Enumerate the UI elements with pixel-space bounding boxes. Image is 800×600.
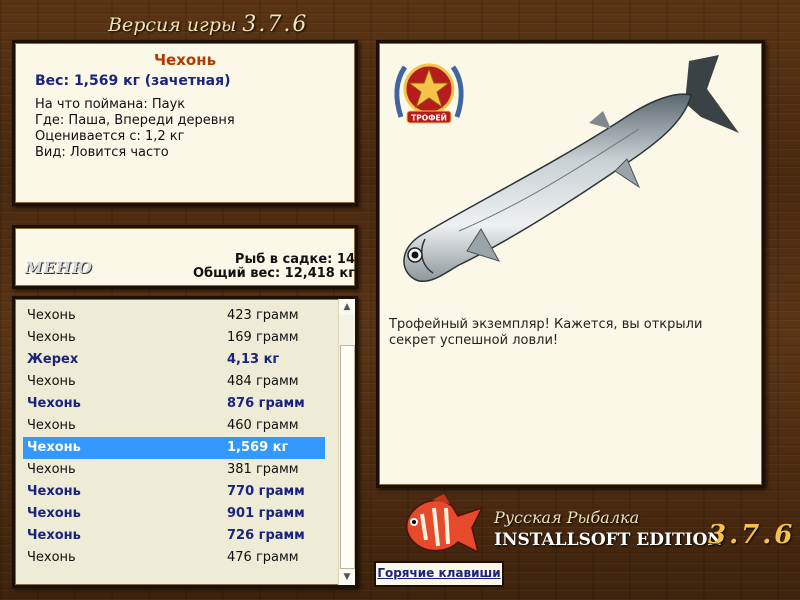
list-item-weight: 381 грамм [227, 462, 299, 477]
brand-edition: INSTALLSOFT EDITION [494, 530, 723, 550]
game-version-title: Версия игры 3.7.6 [108, 12, 308, 37]
bait-line: На что поймана: Паук [35, 97, 186, 112]
scrollbar[interactable]: ▲ ▼ [338, 299, 355, 585]
list-item-name: Чехонь [27, 550, 76, 565]
trophy-description: Трофейный экземпляр! Кажется, вы открыли… [389, 317, 703, 348]
list-item-weight: 169 грамм [227, 330, 299, 345]
total-weight: Общий вес: 12,418 кг [192, 266, 355, 281]
list-item[interactable]: Чехонь 901 грамм [23, 503, 325, 525]
brand-logo: Русская Рыбалка INSTALLSOFT EDITION 3.7.… [392, 492, 792, 562]
list-item-name: Чехонь [27, 506, 81, 521]
menu-button[interactable]: МЕНЮ [25, 258, 92, 278]
fish-weight: Вес: 1,569 кг (зачетная) [35, 73, 231, 89]
list-item[interactable]: Чехонь 423 грамм [23, 305, 325, 327]
fish-view-panel: ТРОФЕЙ Трофейный экземпляр! Кажется, вы … [376, 40, 765, 488]
list-item-name: Чехонь [27, 528, 81, 543]
list-item[interactable]: Жерех 4,13 кг [23, 349, 325, 371]
keepnet-summary-panel: МЕНЮ Рыб в садке: 14 Общий вес: 12,418 к… [12, 225, 358, 289]
list-item-weight: 460 грамм [227, 418, 299, 433]
catch-list: Чехонь 423 грамм Чехонь 169 грамм Жерех 4,13 … [12, 296, 358, 588]
list-item-name: Чехонь [27, 374, 76, 389]
list-item[interactable]: Чехонь 876 грамм [23, 393, 325, 415]
place-line: Где: Паша, Впереди деревня [35, 113, 235, 128]
version-number: 3.7.6 [242, 12, 309, 37]
list-item-name: Чехонь [27, 440, 81, 455]
list-item-name: Жерех [27, 352, 79, 367]
list-item-name: Чехонь [27, 484, 81, 499]
fish-count: Рыб в садке: 14 [234, 252, 355, 267]
list-item-weight: 4,13 кг [227, 352, 280, 367]
list-item-weight: 770 грамм [227, 484, 305, 499]
list-item-name: Чехонь [27, 396, 81, 411]
brand-version: 3.7.6 [708, 520, 796, 550]
scroll-thumb[interactable] [340, 345, 355, 569]
brand-name: Русская Рыбалка [494, 508, 640, 527]
list-item-name: Чехонь [27, 462, 76, 477]
list-item-name: Чехонь [27, 330, 76, 345]
list-item-name: Чехонь [27, 418, 76, 433]
list-item[interactable]: Чехонь 770 грамм [23, 481, 325, 503]
catch-info-panel: Чехонь Вес: 1,569 кг (зачетная) На что п… [12, 40, 358, 206]
list-item-weight: 876 грамм [227, 396, 305, 411]
list-item[interactable]: Чехонь 484 грамм [23, 371, 325, 393]
trophy-star-icon: ТРОФЕЙ [394, 63, 464, 124]
hotkeys-button[interactable]: Горячие клавиши [374, 561, 504, 587]
list-item[interactable]: Чехонь 460 грамм [23, 415, 325, 437]
trophy-badge-label: ТРОФЕЙ [411, 114, 447, 123]
list-item[interactable]: Чехонь 381 грамм [23, 459, 325, 481]
scroll-down-arrow-icon[interactable]: ▼ [339, 569, 355, 585]
list-item-weight: 901 грамм [227, 506, 305, 521]
list-item-weight: 423 грамм [227, 308, 299, 323]
brand-fish-icon [406, 494, 484, 554]
list-item-weight: 1,569 кг [227, 440, 289, 455]
fish-name: Чехонь [153, 51, 217, 69]
list-item-weight: 726 грамм [227, 528, 305, 543]
list-item[interactable]: Чехонь 169 грамм [23, 327, 325, 349]
list-item-weight: 476 грамм [227, 550, 299, 565]
list-item[interactable]: Чехонь 476 грамм [23, 547, 325, 569]
kind-line: Вид: Ловится часто [35, 145, 169, 160]
value-line: Оценивается с: 1,2 кг [35, 129, 185, 144]
version-label: Версия игры [108, 14, 237, 36]
list-item-weight: 484 грамм [227, 374, 299, 389]
list-item-name: Чехонь [27, 308, 76, 323]
list-item[interactable]: Чехонь 726 грамм [23, 525, 325, 547]
scroll-up-arrow-icon[interactable]: ▲ [339, 299, 355, 315]
list-item[interactable]: Чехонь 1,569 кг [23, 437, 325, 459]
